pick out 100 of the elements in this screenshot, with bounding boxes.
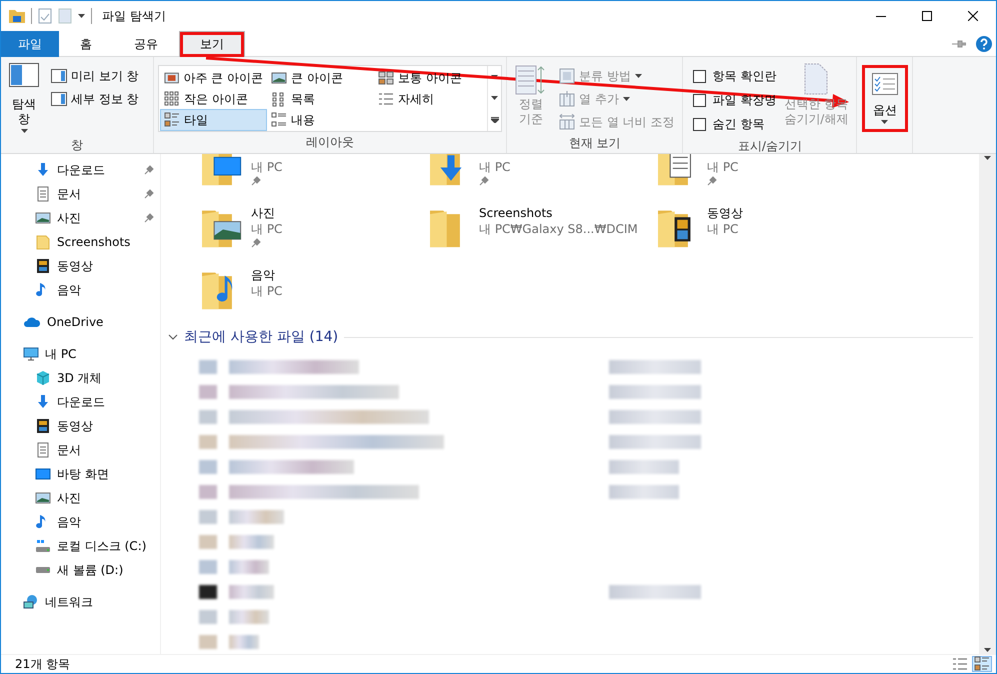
drive-icon [35, 538, 51, 554]
details-view-button[interactable] [950, 656, 970, 672]
pin-icon[interactable] [952, 40, 966, 48]
ribbon-tab[interactable]: 보기 [179, 31, 245, 57]
layout-option[interactable]: 작은 아이콘 [160, 88, 267, 110]
sidebar-item[interactable]: OneDrive [1, 310, 160, 334]
drive-icon [35, 566, 51, 574]
cloud-icon [23, 316, 41, 328]
group-caption: 레이아웃 [305, 134, 355, 151]
checkbox-square[interactable] [693, 94, 706, 107]
layout-option[interactable]: 아주 큰 아이콘 [160, 67, 267, 89]
page-icon [804, 63, 828, 95]
fit-columns-icon [559, 114, 575, 130]
folder-tile[interactable]: 내 PC [429, 154, 657, 198]
caret-icon [491, 96, 498, 100]
group-caption: 표시/숨기기 [736, 138, 803, 155]
content-icon [271, 112, 287, 128]
blurred-thumbnail [199, 610, 217, 624]
large-picture-icon [164, 70, 180, 86]
blurred-text [609, 484, 679, 498]
details-icon [952, 656, 968, 672]
checkbox[interactable]: 항목 확인란 [693, 65, 776, 88]
sidebar-item[interactable]: Screenshots [1, 230, 160, 254]
desktop-icon [35, 466, 51, 482]
ribbon-tab[interactable]: 공유 [113, 31, 179, 57]
blurred-thumbnail [199, 584, 217, 598]
blurred-thumbnail [199, 560, 217, 574]
pane-toggle-button[interactable]: 세부 정보 창 [47, 88, 143, 110]
layout-option[interactable]: 타일 [160, 109, 267, 131]
sidebar-item[interactable]: 내 PC [1, 342, 160, 366]
sidebar-item[interactable]: 다운로드 [1, 390, 160, 414]
folder-tile[interactable]: 내 PC [201, 154, 429, 198]
add-column-icon [559, 91, 575, 107]
document-icon [35, 442, 51, 458]
blurred-thumbnail [199, 510, 217, 524]
file-menu-tab[interactable]: 파일 [1, 31, 59, 57]
pane-toggle-button[interactable]: 미리 보기 창 [47, 65, 143, 87]
folder-tile[interactable]: 사진 내 PC [201, 198, 429, 260]
monitor-icon [23, 346, 39, 362]
vertical-scrollbar[interactable] [979, 154, 996, 654]
sidebar-item[interactable]: 다운로드 [1, 158, 160, 182]
caret-icon [984, 156, 991, 160]
sidebar-item[interactable]: 로컬 디스크 (C:) [1, 534, 160, 558]
sidebar-item[interactable]: 동영상 [1, 254, 160, 278]
document-icon [35, 186, 51, 202]
sidebar-item[interactable]: 새 볼륨 (D:) [1, 558, 160, 582]
caret-icon [20, 129, 28, 133]
ribbon-tab[interactable]: 홈 [59, 31, 113, 57]
sidebar-item[interactable]: 동영상 [1, 414, 160, 438]
sidebar-item[interactable]: 문서 [1, 182, 160, 206]
download-arrow-icon [35, 394, 51, 410]
folder-tile[interactable]: Screenshots 내 PC₩Galaxy S8...₩DCIM [429, 198, 657, 260]
checkbox-label: 파일 확장명 [712, 92, 776, 109]
more-icon[interactable] [490, 116, 498, 122]
folder-tile[interactable]: 음악 내 PC [201, 260, 429, 322]
recent-files-header[interactable]: 최근에 사용한 파일 (14) [168, 328, 338, 346]
blurred-thumbnail [199, 484, 217, 498]
window-title: 파일 탐색기 [102, 8, 166, 24]
folder-tile[interactable]: 내 PC [657, 154, 885, 198]
sidebar-item[interactable]: 음악 [1, 278, 160, 302]
sidebar-item[interactable]: 음악 [1, 510, 160, 534]
blurred-thumbnail [199, 634, 217, 648]
item-count: 21개 항목 [15, 656, 70, 672]
checkbox-label: 숨긴 항목 [712, 116, 764, 133]
checkbox-label: 항목 확인란 [712, 68, 776, 85]
options-button[interactable]: 옵션 [864, 67, 906, 130]
network-icon [23, 594, 39, 610]
sidebar-item[interactable]: 바탕 화면 [1, 462, 160, 486]
layout-option[interactable]: 자세히 [374, 88, 486, 110]
tiles-view-button[interactable] [972, 656, 992, 672]
sidebar-item[interactable]: 사진 [1, 486, 160, 510]
caret-icon [491, 74, 498, 78]
sidebar-item[interactable]: 사진 [1, 206, 160, 230]
chevron-down-icon [168, 332, 178, 342]
folder-tile[interactable]: 동영상 내 PC [657, 198, 885, 260]
checkbox-square[interactable] [693, 70, 706, 83]
checkbox[interactable]: 파일 확장명 [693, 89, 776, 112]
layout-option[interactable]: 목록 [267, 88, 374, 110]
help-icon[interactable] [976, 36, 992, 52]
details-pane-icon [51, 92, 67, 106]
caret-icon [984, 648, 991, 652]
sidebar-item[interactable]: 네트워크 [1, 590, 160, 614]
pane-layout-icon [9, 63, 39, 87]
group-icon [559, 68, 575, 84]
checkbox[interactable]: 숨긴 항목 [693, 113, 776, 136]
blurred-thumbnail [199, 410, 217, 424]
cube-icon [35, 370, 51, 386]
blurred-text [609, 460, 679, 474]
layout-option[interactable]: 큰 아이콘 [267, 67, 374, 89]
blurred-text [229, 610, 269, 624]
group-caption: 창 [70, 137, 84, 154]
checkbox-square[interactable] [693, 118, 706, 131]
sidebar-item[interactable]: 문서 [1, 438, 160, 462]
sidebar-item[interactable]: 3D 개체 [1, 366, 160, 390]
folder-icon [35, 234, 51, 250]
layout-option[interactable]: 내용 [267, 109, 374, 131]
folder-icon [9, 9, 25, 23]
blurred-text [229, 510, 284, 524]
blurred-thumbnail [199, 384, 217, 398]
navigation-pane-button[interactable]: 탐색 창 [5, 61, 43, 135]
